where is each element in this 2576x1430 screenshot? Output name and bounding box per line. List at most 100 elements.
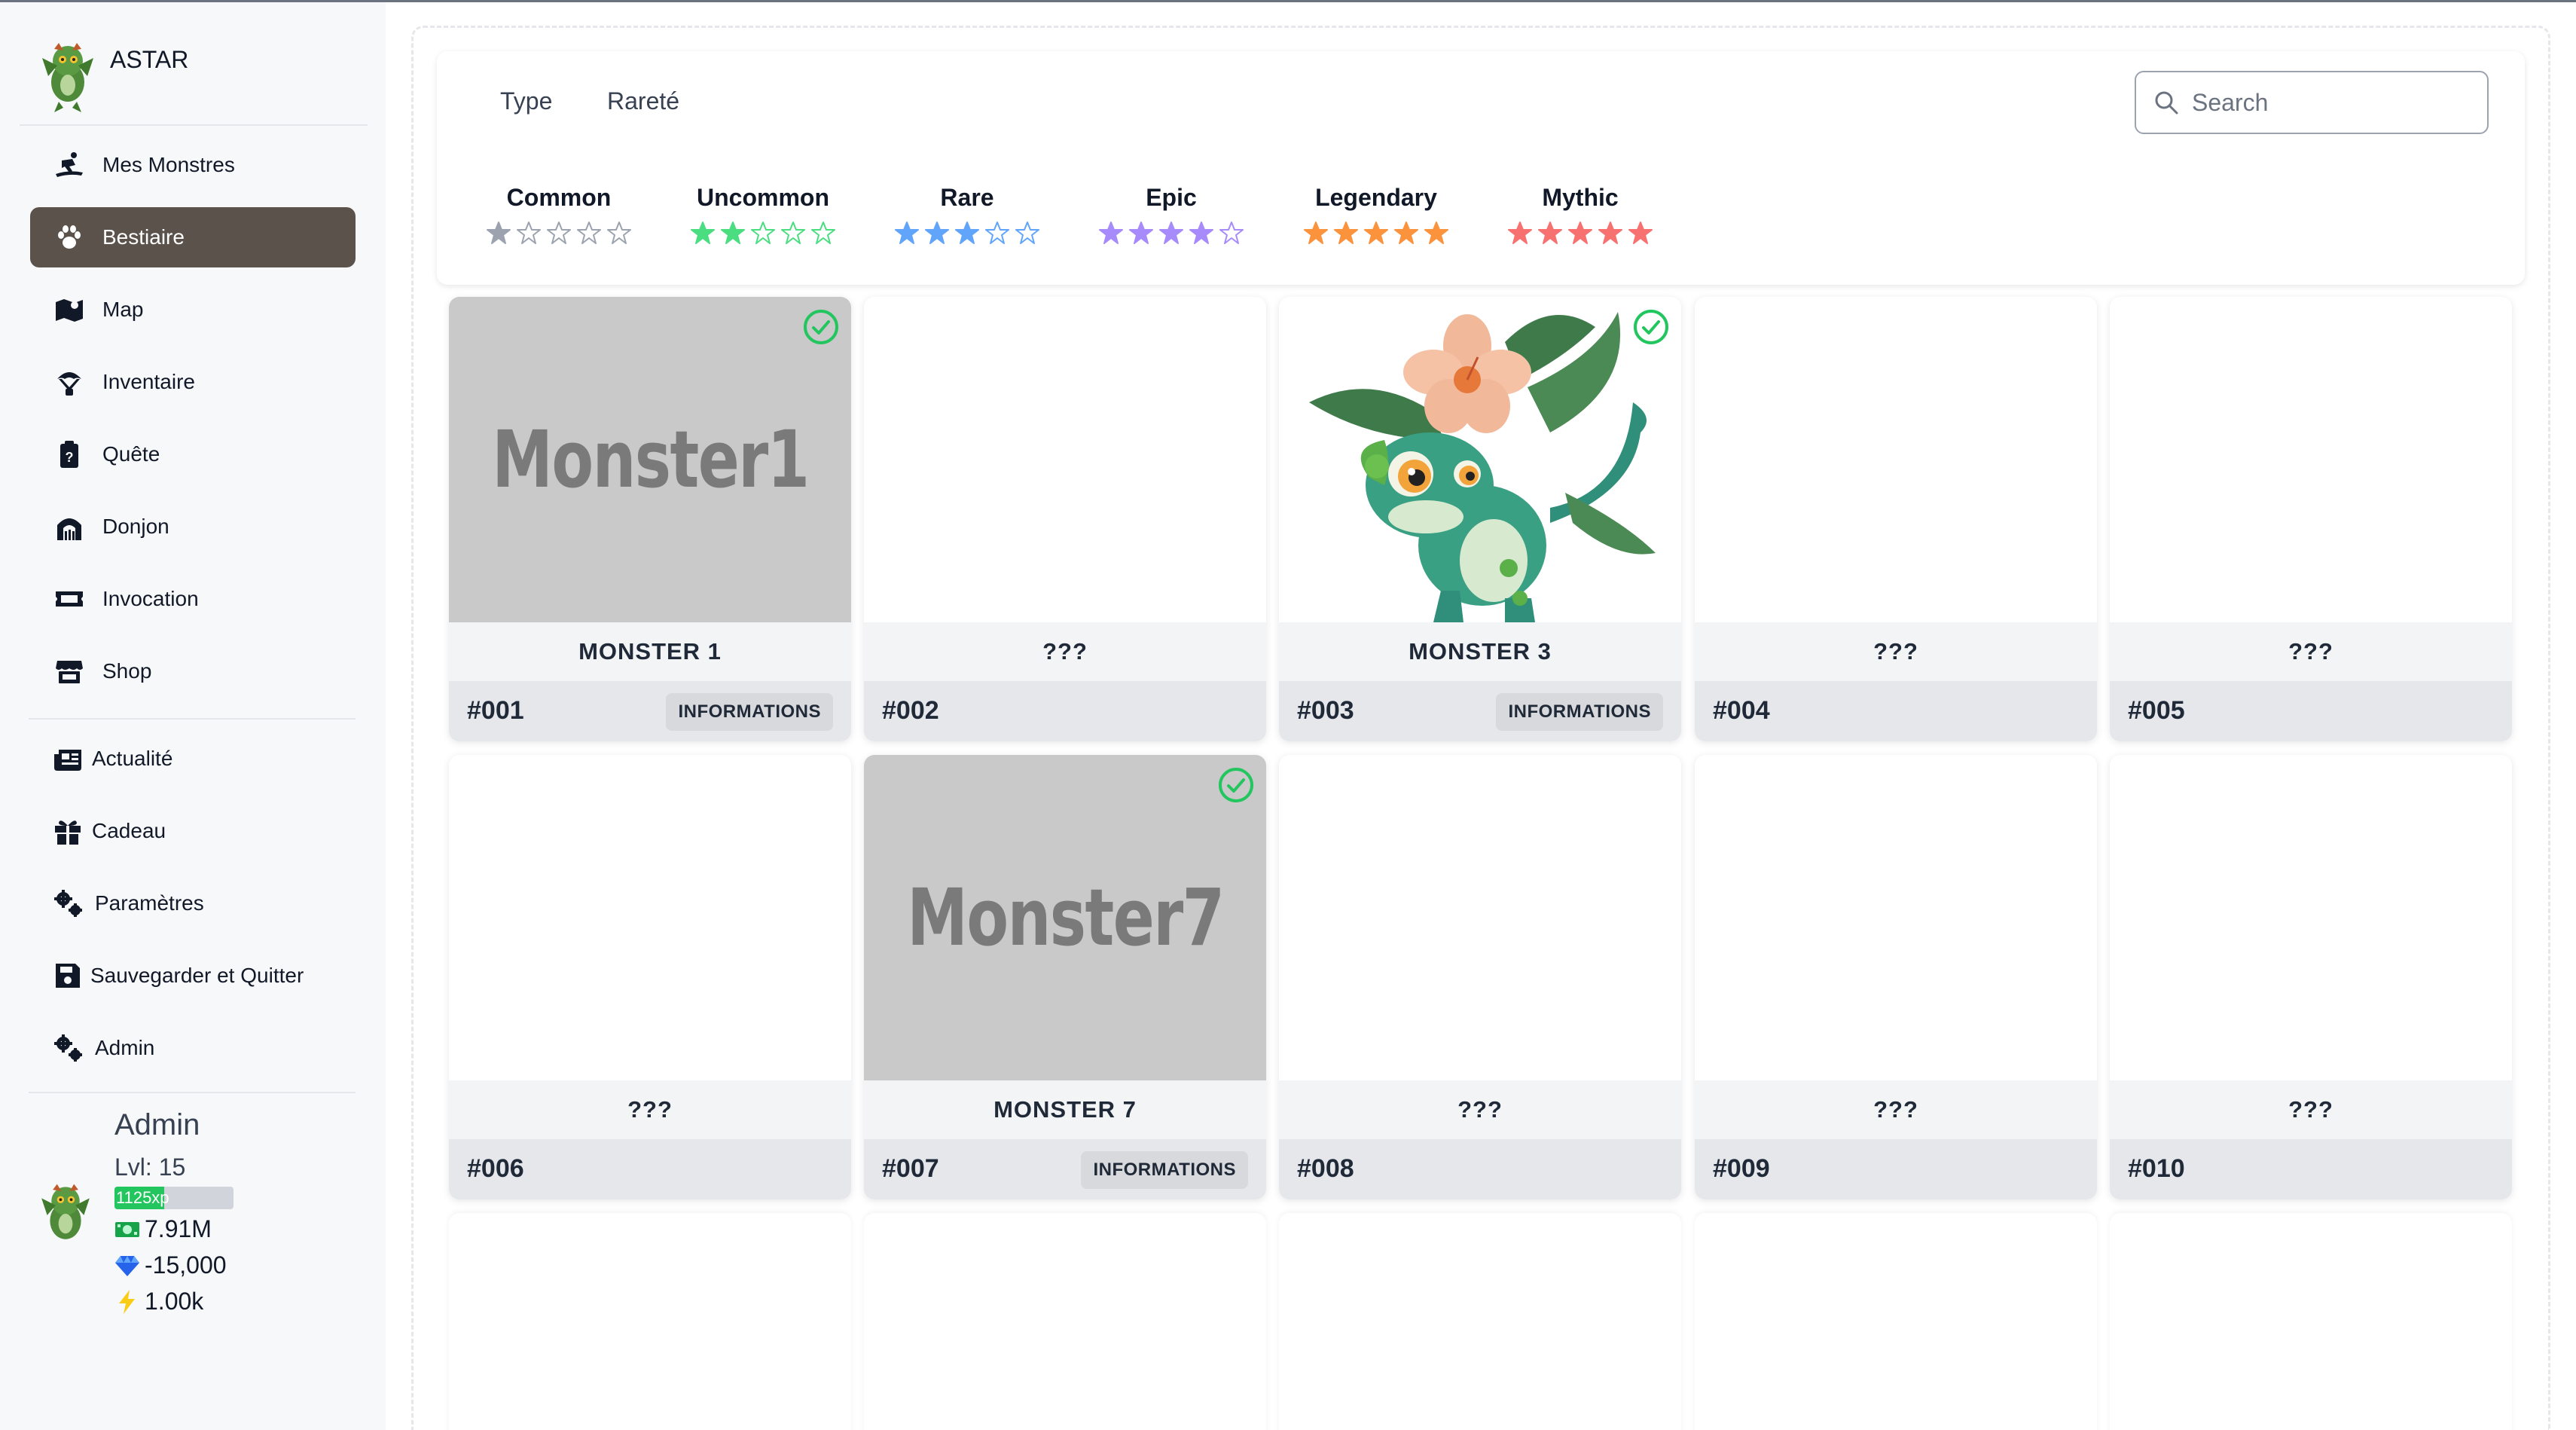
- rarity-filter-mythic[interactable]: Mythic: [1505, 184, 1656, 245]
- rarity-filter-common[interactable]: Common: [484, 184, 634, 245]
- monster-card[interactable]: [1695, 1213, 2097, 1430]
- search-icon: [2155, 91, 2178, 115]
- monster-card[interactable]: MONSTER 3 #003 INFORMATIONS: [1279, 297, 1681, 741]
- xp-text: 1125xp: [116, 1188, 169, 1207]
- monster-card[interactable]: [1279, 1213, 1681, 1430]
- monster-card[interactable]: ??? #009: [1695, 755, 2097, 1199]
- monster-image: [864, 297, 1266, 622]
- nav-label: Invocation: [102, 587, 199, 610]
- monster-card-footer: #001 INFORMATIONS: [449, 681, 851, 741]
- monster-card[interactable]: ??? #010: [2110, 755, 2512, 1199]
- gem-icon: [115, 1255, 139, 1276]
- star-filled-icon: [1129, 222, 1153, 244]
- monster-number: #005: [2128, 696, 2185, 725]
- monster-card[interactable]: [864, 1213, 1266, 1430]
- monster-card[interactable]: Monster7 MONSTER 7 #007 INFORMATIONS: [864, 755, 1266, 1199]
- search-box[interactable]: [2135, 71, 2489, 134]
- monster-number: #010: [2128, 1154, 2185, 1183]
- star-filled-icon: [691, 222, 715, 244]
- rarity-filter-legendary[interactable]: Legendary: [1301, 184, 1451, 245]
- nav-item-map[interactable]: Map: [30, 280, 356, 340]
- nav-item-mes-monstres[interactable]: Mes Monstres: [30, 135, 356, 195]
- nav-item-actualite[interactable]: Actualité: [30, 729, 356, 789]
- nav-item-invocation[interactable]: Invocation: [30, 569, 356, 629]
- monster-card[interactable]: ??? #002: [864, 297, 1266, 741]
- nav-label: Admin: [95, 1036, 155, 1059]
- nav-label: Inventaire: [102, 370, 195, 393]
- divider: [29, 718, 356, 720]
- paw-icon: [53, 221, 86, 254]
- monster-card-footer: #010: [2110, 1139, 2512, 1199]
- rarity-name: Legendary: [1315, 184, 1437, 211]
- informations-button[interactable]: INFORMATIONS: [1081, 1151, 1248, 1189]
- nav-item-sauvegarder-quitter[interactable]: Sauvegarder et Quitter: [30, 946, 356, 1006]
- divider: [20, 124, 368, 126]
- star-filled-icon: [1568, 222, 1592, 244]
- informations-button[interactable]: INFORMATIONS: [1496, 693, 1663, 731]
- tab-rarete[interactable]: Rareté: [607, 87, 679, 115]
- monster-name: ???: [2110, 1080, 2512, 1139]
- app-name: ASTAR: [110, 46, 189, 73]
- monster-name: MONSTER 3: [1279, 622, 1681, 681]
- star-outline-icon: [781, 222, 805, 244]
- placeholder-image-text: Monster1: [491, 414, 810, 506]
- nav-item-quete[interactable]: ? Quête: [30, 424, 356, 484]
- parachute-icon: [53, 365, 86, 399]
- monster-name: ???: [2110, 622, 2512, 681]
- monster-card[interactable]: [449, 1213, 851, 1430]
- star-outline-icon: [607, 222, 631, 244]
- nav-item-parametres[interactable]: Paramètres: [30, 873, 356, 933]
- monster-card[interactable]: ??? #008: [1279, 755, 1681, 1199]
- gears-icon: [51, 887, 84, 920]
- nav-item-donjon[interactable]: Donjon: [30, 497, 356, 557]
- brand[interactable]: ASTAR: [32, 35, 188, 114]
- gems-value: -15,000: [145, 1251, 227, 1279]
- monster-card-footer: #008: [1279, 1139, 1681, 1199]
- user-level: Lvl: 15: [114, 1153, 186, 1181]
- rarity-filter-epic[interactable]: Epic: [1096, 184, 1247, 245]
- star-filled-icon: [1424, 222, 1448, 244]
- star-filled-icon: [1364, 222, 1388, 244]
- nav-label: Sauvegarder et Quitter: [90, 964, 304, 987]
- monster-image: [2110, 297, 2512, 622]
- monster-card-footer: #002: [864, 681, 1266, 741]
- sidebar: ASTAR Mes Monstres Bestiaire Map Inventa…: [0, 2, 386, 1430]
- svg-text:?: ?: [66, 450, 74, 465]
- rarity-filter-uncommon[interactable]: Uncommon: [688, 184, 838, 245]
- nav-item-shop[interactable]: Shop: [30, 641, 356, 701]
- nav-item-cadeau[interactable]: Cadeau: [30, 801, 356, 861]
- star-outline-icon: [547, 222, 571, 244]
- monster-image: Monster1: [449, 297, 851, 622]
- monster-image: [449, 755, 851, 1080]
- monster-card[interactable]: ??? #004: [1695, 297, 2097, 741]
- monster-name: MONSTER 7: [864, 1080, 1266, 1139]
- monster-card[interactable]: ??? #005: [2110, 297, 2512, 741]
- monster-image: [1279, 297, 1681, 622]
- star-outline-icon: [1219, 222, 1244, 244]
- nav-label: Actualité: [92, 747, 173, 770]
- informations-button[interactable]: INFORMATIONS: [666, 693, 833, 731]
- search-input[interactable]: [2192, 88, 2463, 117]
- monster-card[interactable]: Monster1 MONSTER 1 #001 INFORMATIONS: [449, 297, 851, 741]
- rarity-name: Mythic: [1542, 184, 1619, 211]
- nav-item-bestiaire[interactable]: Bestiaire: [30, 207, 356, 267]
- monster-card[interactable]: ??? #006: [449, 755, 851, 1199]
- nav-label: Quête: [102, 442, 160, 466]
- avatar[interactable]: [32, 1175, 99, 1253]
- star-outline-icon: [751, 222, 775, 244]
- monster-card[interactable]: [2110, 1213, 2512, 1430]
- nav-item-admin[interactable]: Admin: [30, 1018, 356, 1078]
- star-outline-icon: [577, 222, 601, 244]
- map-icon: [53, 293, 86, 326]
- rarity-filter-rare[interactable]: Rare: [892, 184, 1042, 245]
- nav-label: Bestiaire: [102, 225, 185, 249]
- monster-3-image: [1309, 312, 1656, 622]
- store-icon: [53, 655, 86, 688]
- money-stat: 7.91M: [114, 1215, 212, 1243]
- tab-type[interactable]: Type: [500, 87, 552, 115]
- monster-card-footer: #009: [1695, 1139, 2097, 1199]
- secondary-nav: Actualité Cadeau Paramètres Sauvegarder …: [30, 729, 356, 1090]
- user-name: Admin: [114, 1108, 200, 1141]
- nav-item-inventaire[interactable]: Inventaire: [30, 352, 356, 412]
- monster-name: ???: [1279, 1080, 1681, 1139]
